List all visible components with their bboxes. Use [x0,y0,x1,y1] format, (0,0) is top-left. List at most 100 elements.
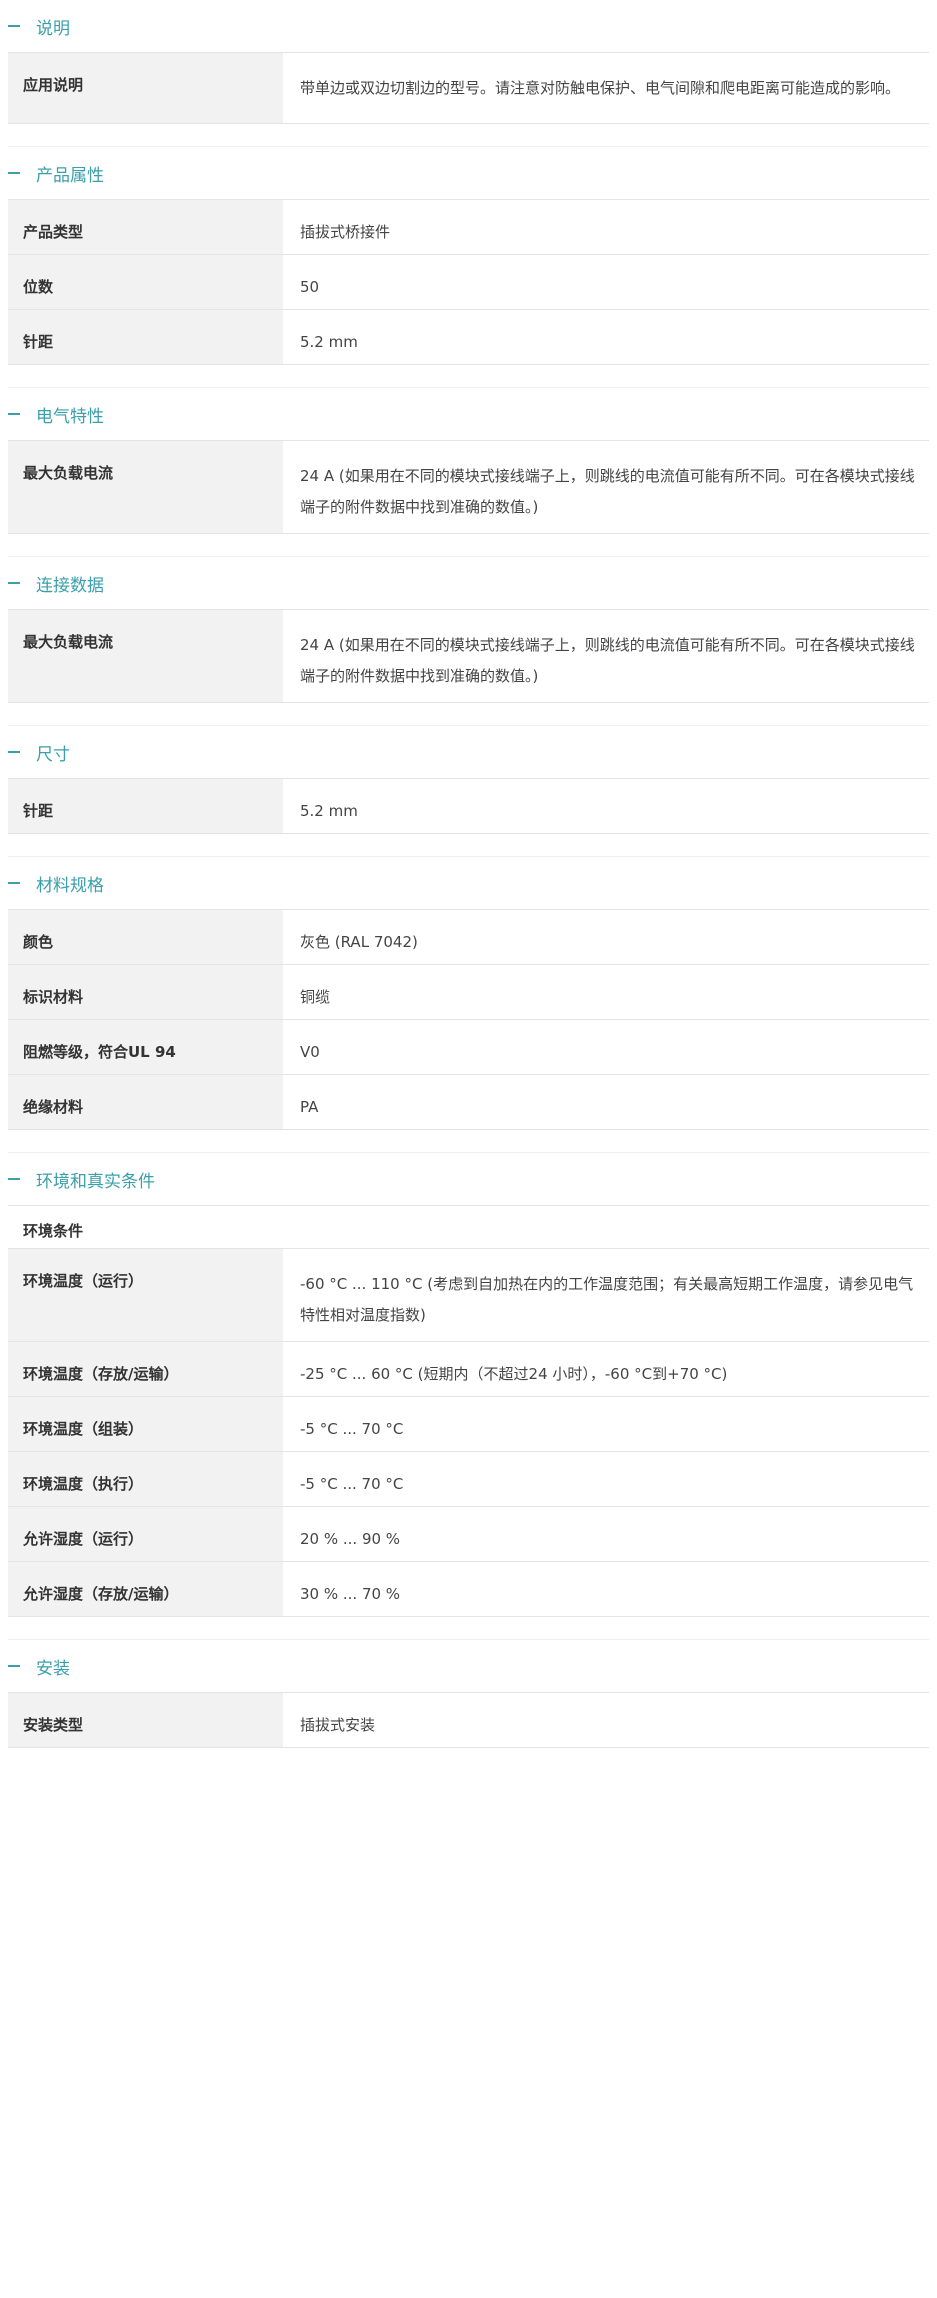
section-divider [8,1130,929,1153]
collapse-minus-icon[interactable] [8,751,20,753]
row-label: 最大负载电流 [8,610,283,702]
section-description: 说明 应用说明 带单边或双边切割边的型号。请注意对防触电保护、电气间隙和爬电距离… [8,0,929,147]
row-value: 5.2 mm [300,333,358,351]
section-title: 环境和真实条件 [36,1171,155,1192]
table-row: 允许湿度（存放/运输） 30 % ... 70 % [8,1562,929,1617]
table-row: 最大负载电流 24 A (如果用在不同的模块式接线端子上，则跳线的电流值可能有所… [8,610,929,703]
row-label: 允许湿度（运行） [8,1507,283,1561]
row-label: 位数 [8,255,283,309]
row-label: 针距 [8,779,283,833]
table-row: 环境温度（运行） -60 °C ... 110 °C (考虑到自加热在内的工作温… [8,1249,929,1342]
row-label: 最大负载电流 [8,441,283,533]
row-value: 插拔式安装 [300,1716,376,1734]
spec-table: 应用说明 带单边或双边切割边的型号。请注意对防触电保护、电气间隙和爬电距离可能造… [8,52,929,124]
collapse-minus-icon[interactable] [8,582,20,584]
section-header[interactable]: 尺寸 [8,726,929,778]
row-value: V0 [300,1043,320,1061]
row-label: 环境温度（存放/运输） [8,1342,283,1396]
spec-table: 最大负载电流 24 A (如果用在不同的模块式接线端子上，则跳线的电流值可能有所… [8,609,929,703]
collapse-minus-icon[interactable] [8,1178,20,1180]
section-title: 电气特性 [36,406,104,427]
row-label: 应用说明 [8,53,283,123]
table-row: 允许湿度（运行） 20 % ... 90 % [8,1507,929,1562]
row-value: 30 % ... 70 % [300,1585,401,1603]
table-row: 标识材料 铜缆 [8,965,929,1020]
row-value: 24 A (如果用在不同的模块式接线端子上，则跳线的电流值可能有所不同。可在各模… [300,636,915,685]
section-header[interactable]: 环境和真实条件 [8,1153,929,1205]
collapse-minus-icon[interactable] [8,413,20,415]
row-label: 允许湿度（存放/运输） [8,1562,283,1616]
spec-table: 最大负载电流 24 A (如果用在不同的模块式接线端子上，则跳线的电流值可能有所… [8,440,929,534]
section-title: 说明 [36,18,70,39]
row-label: 环境温度（组装） [8,1397,283,1451]
table-row: 针距 5.2 mm [8,779,929,834]
row-value: PA [300,1098,319,1116]
row-value: 插拔式桥接件 [300,223,391,241]
spec-table: 颜色 灰色 (RAL 7042) 标识材料 铜缆 阻燃等级，符合UL 94 V0… [8,909,929,1130]
table-row: 最大负载电流 24 A (如果用在不同的模块式接线端子上，则跳线的电流值可能有所… [8,441,929,534]
section-title: 连接数据 [36,575,104,596]
table-row: 颜色 灰色 (RAL 7042) [8,910,929,965]
collapse-minus-icon[interactable] [8,1665,20,1667]
section-material: 材料规格 颜色 灰色 (RAL 7042) 标识材料 铜缆 阻燃等级，符合UL … [8,857,929,1153]
section-electrical: 电气特性 最大负载电流 24 A (如果用在不同的模块式接线端子上，则跳线的电流… [8,388,929,557]
row-value: 铜缆 [300,988,331,1006]
table-row: 环境温度（执行） -5 °C ... 70 °C [8,1452,929,1507]
row-label: 阻燃等级，符合UL 94 [8,1020,283,1074]
section-header[interactable]: 安装 [8,1640,929,1692]
section-title: 产品属性 [36,165,104,186]
spec-table: 针距 5.2 mm [8,778,929,834]
section-header[interactable]: 连接数据 [8,557,929,609]
row-value: -60 °C ... 110 °C (考虑到自加热在内的工作温度范围；有关最高短… [300,1275,914,1324]
section-product-properties: 产品属性 产品类型 插拔式桥接件 位数 50 针距 5.2 mm [8,147,929,388]
section-header[interactable]: 材料规格 [8,857,929,909]
section-divider [8,1617,929,1640]
row-value: 5.2 mm [300,802,358,820]
table-row: 应用说明 带单边或双边切割边的型号。请注意对防触电保护、电气间隙和爬电距离可能造… [8,53,929,124]
row-value: -25 °C ... 60 °C (短期内（不超过24 小时），-60 °C到+… [300,1365,728,1383]
subheading-label: 环境条件 [8,1206,929,1248]
section-title: 材料规格 [36,875,104,896]
spec-table: 环境条件 环境温度（运行） -60 °C ... 110 °C (考虑到自加热在… [8,1205,929,1617]
section-header[interactable]: 产品属性 [8,147,929,199]
section-divider [8,1748,929,1772]
row-value: 24 A (如果用在不同的模块式接线端子上，则跳线的电流值可能有所不同。可在各模… [300,467,915,516]
table-row: 环境温度（存放/运输） -25 °C ... 60 °C (短期内（不超过24 … [8,1342,929,1397]
row-value: 带单边或双边切割边的型号。请注意对防触电保护、电气间隙和爬电距离可能造成的影响。 [300,79,901,97]
row-value: 灰色 (RAL 7042) [300,933,418,951]
row-label: 针距 [8,310,283,364]
section-divider [8,124,929,147]
section-divider [8,365,929,388]
table-subheading: 环境条件 [8,1206,929,1249]
collapse-minus-icon[interactable] [8,172,20,174]
row-value: -5 °C ... 70 °C [300,1420,404,1438]
collapse-minus-icon[interactable] [8,882,20,884]
spec-page: 说明 应用说明 带单边或双边切割边的型号。请注意对防触电保护、电气间隙和爬电距离… [0,0,937,1772]
table-row: 安装类型 插拔式安装 [8,1693,929,1748]
table-row: 位数 50 [8,255,929,310]
collapse-minus-icon[interactable] [8,25,20,27]
section-installation: 安装 安装类型 插拔式安装 [8,1640,929,1772]
table-row: 针距 5.2 mm [8,310,929,365]
table-row: 阻燃等级，符合UL 94 V0 [8,1020,929,1075]
row-label: 颜色 [8,910,283,964]
row-value: 20 % ... 90 % [300,1530,401,1548]
section-title: 尺寸 [36,744,70,765]
section-header[interactable]: 电气特性 [8,388,929,440]
row-value: -5 °C ... 70 °C [300,1475,404,1493]
row-value: 50 [300,278,320,296]
section-environment: 环境和真实条件 环境条件 环境温度（运行） -60 °C ... 110 °C … [8,1153,929,1640]
section-divider [8,534,929,557]
table-row: 绝缘材料 PA [8,1075,929,1130]
row-label: 环境温度（运行） [8,1249,283,1341]
row-label: 产品类型 [8,200,283,254]
row-label: 标识材料 [8,965,283,1019]
table-row: 环境温度（组装） -5 °C ... 70 °C [8,1397,929,1452]
section-connection: 连接数据 最大负载电流 24 A (如果用在不同的模块式接线端子上，则跳线的电流… [8,557,929,726]
section-divider [8,834,929,857]
spec-table: 产品类型 插拔式桥接件 位数 50 针距 5.2 mm [8,199,929,365]
section-header[interactable]: 说明 [8,0,929,52]
section-dimensions: 尺寸 针距 5.2 mm [8,726,929,857]
spec-table: 安装类型 插拔式安装 [8,1692,929,1748]
section-title: 安装 [36,1658,70,1679]
